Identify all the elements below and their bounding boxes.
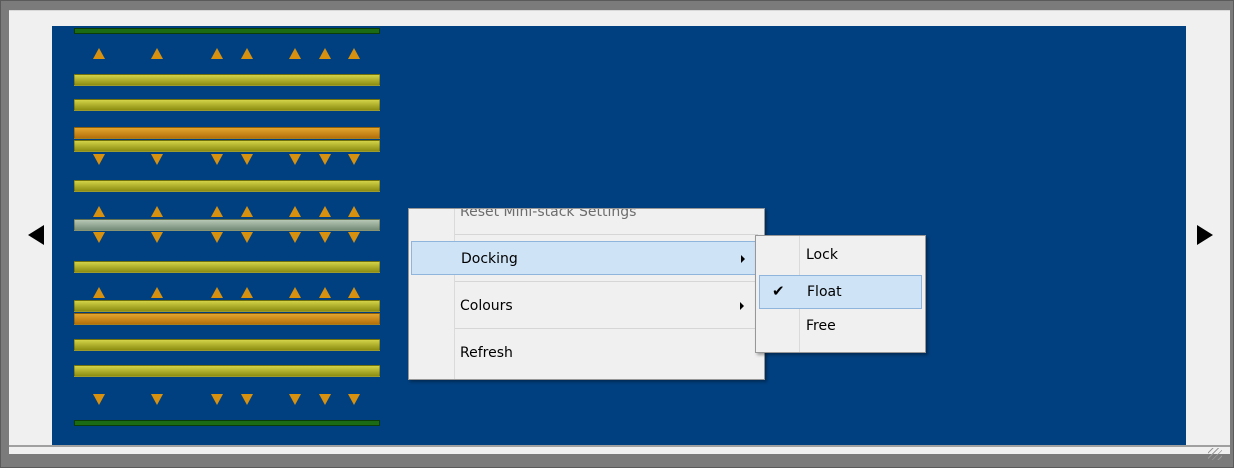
via-up-marker	[151, 48, 163, 59]
via-down-marker	[289, 394, 301, 405]
submenu-item-label: Float	[807, 284, 842, 300]
via-down-marker	[289, 154, 301, 165]
via-down-marker	[151, 394, 163, 405]
stack-layer	[74, 261, 380, 273]
menu-separator	[455, 281, 758, 282]
submenu-item-label: Free	[806, 318, 836, 334]
scroll-left-arrow-icon[interactable]	[28, 225, 44, 245]
via-up-marker	[289, 48, 301, 59]
via-down-marker	[319, 232, 331, 243]
menu-item-refresh[interactable]: Refresh	[411, 336, 760, 370]
via-up-marker	[348, 287, 360, 298]
via-down-marker	[348, 232, 360, 243]
via-down-marker	[289, 232, 301, 243]
via-up-marker	[319, 206, 331, 217]
menu-item-label: Reset Mini-stack Settings	[460, 208, 637, 220]
submenu-item-lock[interactable]: Lock	[759, 239, 922, 273]
menu-item-colours[interactable]: Colours	[411, 289, 760, 323]
submenu-item-label: Lock	[806, 247, 838, 263]
via-down-marker	[241, 232, 253, 243]
menu-item-docking[interactable]: Docking	[411, 241, 760, 275]
via-down-marker	[211, 394, 223, 405]
via-down-marker	[348, 154, 360, 165]
stack-bottom-rail	[74, 420, 380, 426]
via-down-marker	[93, 154, 105, 165]
stack-layer	[74, 99, 380, 111]
via-down-marker	[348, 394, 360, 405]
via-up-marker	[241, 48, 253, 59]
stack-layer	[74, 365, 380, 377]
submenu-item-float[interactable]: ✔ Float	[759, 275, 922, 309]
via-down-marker	[241, 394, 253, 405]
docking-submenu: Lock ✔ Float Free	[755, 235, 926, 353]
via-up-marker	[93, 287, 105, 298]
submenu-arrow-icon	[741, 255, 745, 263]
checkmark-icon: ✔	[772, 282, 785, 300]
via-up-marker	[319, 287, 331, 298]
menu-item-reset-mini-stack-settings[interactable]: Reset Mini-stack Settings	[411, 208, 760, 229]
via-down-marker	[93, 232, 105, 243]
scrollbar-track	[9, 445, 1230, 447]
stack-layer	[74, 140, 380, 152]
menu-item-label: Refresh	[460, 345, 513, 361]
stack-layer	[74, 127, 380, 139]
submenu-item-free[interactable]: Free	[759, 310, 922, 344]
resize-grip-icon[interactable]	[1208, 448, 1222, 460]
via-up-marker	[151, 287, 163, 298]
via-up-marker	[211, 287, 223, 298]
via-up-marker	[211, 206, 223, 217]
submenu-arrow-icon	[740, 302, 744, 310]
via-down-marker	[211, 154, 223, 165]
stack-layer	[74, 339, 380, 351]
via-up-marker	[348, 48, 360, 59]
scroll-right-arrow-icon[interactable]	[1197, 225, 1213, 245]
stack-top-rail	[74, 28, 380, 34]
via-up-marker	[151, 206, 163, 217]
menu-separator	[455, 234, 758, 235]
stack-layer	[74, 180, 380, 192]
stack-layer	[74, 300, 380, 312]
via-down-marker	[319, 394, 331, 405]
via-down-marker	[151, 232, 163, 243]
via-up-marker	[93, 206, 105, 217]
context-menu: Reset Mini-stack Settings Docking Colour…	[408, 208, 765, 380]
via-up-marker	[319, 48, 331, 59]
via-down-marker	[241, 154, 253, 165]
via-down-marker	[93, 394, 105, 405]
menu-item-label: Docking	[461, 251, 518, 267]
via-down-marker	[211, 232, 223, 243]
menu-item-label: Colours	[460, 298, 513, 314]
via-up-marker	[93, 48, 105, 59]
menu-separator	[455, 328, 758, 329]
via-up-marker	[241, 206, 253, 217]
via-down-marker	[151, 154, 163, 165]
via-up-marker	[241, 287, 253, 298]
stack-layer-selected	[74, 219, 380, 231]
stack-layer	[74, 74, 380, 86]
stack-layer	[74, 313, 380, 325]
via-up-marker	[289, 206, 301, 217]
via-up-marker	[211, 48, 223, 59]
layer-stack-diagram	[74, 24, 380, 434]
via-up-marker	[289, 287, 301, 298]
via-up-marker	[348, 206, 360, 217]
via-down-marker	[319, 154, 331, 165]
